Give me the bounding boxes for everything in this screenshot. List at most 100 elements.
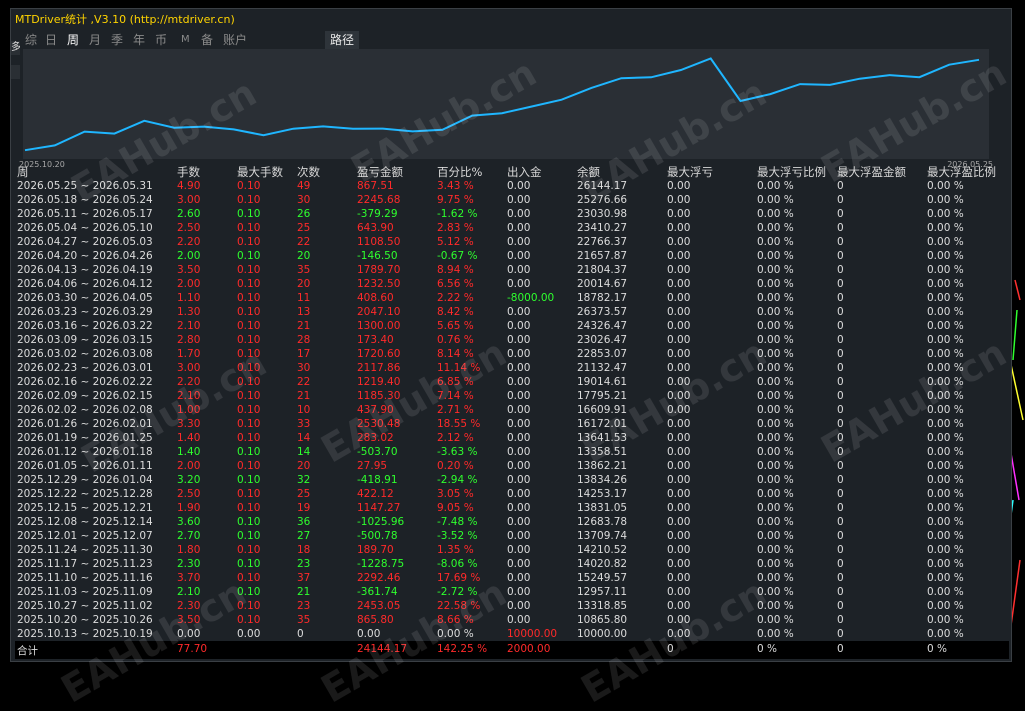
cell-max-float-profit-pct: 0.00 % <box>927 446 964 458</box>
cell-balance: 26144.17 <box>577 180 628 192</box>
cell-max-lots: 0.10 <box>237 250 261 262</box>
column-header-deposit: 出入金 <box>507 165 542 179</box>
cell-max-float-loss-pct: 0.00 % <box>757 600 794 612</box>
cell-trades: 0 <box>297 628 304 640</box>
cell-max-float-loss-pct: 0.00 % <box>757 488 794 500</box>
cell-max-float-profit: 0 <box>837 460 844 472</box>
cell-deposit: 0.00 <box>507 432 531 444</box>
cell-deposit: 0.00 <box>507 334 531 346</box>
tab-day[interactable]: 日 <box>45 31 57 49</box>
cell-lots: 2.80 <box>177 334 201 346</box>
cell-max-float-profit-pct: 0.00 % <box>927 558 964 570</box>
cell-balance: 13709.74 <box>577 530 628 542</box>
table-row: 2026.02.02 ~ 2026.02.08 1.00 0.10 10 437.90 2… <box>15 403 1009 417</box>
tab-week[interactable]: 周 <box>67 31 79 49</box>
cell-balance: 24326.47 <box>577 320 628 332</box>
cell-deposit: 0.00 <box>507 586 531 598</box>
cell-lots: 2.20 <box>177 376 201 388</box>
tab-m[interactable]: M <box>181 31 190 49</box>
cell-balance: 21804.37 <box>577 264 628 276</box>
tab-month[interactable]: 月 <box>89 31 101 49</box>
cell-profit: -500.78 <box>357 530 398 542</box>
tab-quarter[interactable]: 季 <box>111 31 123 49</box>
cell-max-float-profit-pct: 0.00 % <box>927 390 964 402</box>
cell-max-lots: 0.10 <box>237 614 261 626</box>
cell-max-float-loss-pct: 0.00 % <box>757 306 794 318</box>
title-bar: MTDriver统计 ,V3.10 (http://mtdriver.cn) <box>11 9 1011 27</box>
balance-line <box>24 57 980 152</box>
cell-max-lots: 0.10 <box>237 348 261 360</box>
cell-max-float-loss: 0.00 <box>667 418 691 430</box>
tab-notes[interactable]: 备 <box>201 31 213 49</box>
cell-max-float-profit: 0 <box>837 362 844 374</box>
cell-deposit: 0.00 <box>507 390 531 402</box>
cell-trades: 21 <box>297 390 311 402</box>
cell-percent: 8.94 % <box>437 264 474 276</box>
cell-deposit: -8000.00 <box>507 292 555 304</box>
left-collapse-tab[interactable]: 多 <box>11 41 20 55</box>
cell-trades: 10 <box>297 404 311 416</box>
cell-percent: 8.66 % <box>437 614 474 626</box>
column-header-max-float-loss-pct: 最大浮亏比例 <box>757 165 826 179</box>
table-row: 2025.12.29 ~ 2026.01.04 3.20 0.10 32 -418.91… <box>15 473 1009 487</box>
cell-percent: -3.63 % <box>437 446 478 458</box>
cell-percent: 9.75 % <box>437 194 474 206</box>
cell-deposit: 0.00 <box>507 446 531 458</box>
cell-profit: 1300.00 <box>357 320 401 332</box>
cell-lots: 1.70 <box>177 348 201 360</box>
cell-max-float-profit: 0 <box>837 208 844 220</box>
cell-max-float-profit: 0 <box>837 516 844 528</box>
cell-percent: 22.58 % <box>437 600 481 612</box>
cell-max-lots: 0.10 <box>237 390 261 402</box>
cell-max-lots: 0.10 <box>237 446 261 458</box>
total-lots: 77.70 <box>177 643 208 655</box>
total-row: 合计 77.70 24144.17 142.25 % 2000.00 0 0 %… <box>15 641 1009 659</box>
cell-period: 2026.04.06 ~ 2026.04.12 <box>17 278 153 290</box>
table-row: 2026.03.09 ~ 2026.03.15 2.80 0.10 28 173.40 0… <box>15 333 1009 347</box>
cell-balance: 10865.80 <box>577 614 628 626</box>
cell-lots: 2.00 <box>177 250 201 262</box>
cell-max-float-loss-pct: 0.00 % <box>757 404 794 416</box>
cell-deposit: 0.00 <box>507 250 531 262</box>
cell-max-lots: 0.10 <box>237 362 261 374</box>
tab-currency[interactable]: 币 <box>155 31 167 49</box>
cell-max-float-loss-pct: 0.00 % <box>757 264 794 276</box>
cell-max-float-profit-pct: 0.00 % <box>927 180 964 192</box>
cell-max-float-loss-pct: 0.00 % <box>757 474 794 486</box>
cell-max-float-loss: 0.00 <box>667 236 691 248</box>
table-row: 2025.10.27 ~ 2025.11.02 2.30 0.10 23 2453.05… <box>15 599 1009 613</box>
cell-period: 2025.10.27 ~ 2025.11.02 <box>17 600 153 612</box>
column-header-lots: 手数 <box>177 165 200 179</box>
cell-period: 2025.10.13 ~ 2025.10.19 <box>17 628 153 640</box>
cell-max-float-loss: 0.00 <box>667 306 691 318</box>
cell-max-float-loss: 0.00 <box>667 558 691 570</box>
cell-period: 2026.05.18 ~ 2026.05.24 <box>17 194 153 206</box>
cell-lots: 2.60 <box>177 208 201 220</box>
cell-max-float-profit-pct: 0.00 % <box>927 474 964 486</box>
cell-period: 2025.12.29 ~ 2026.01.04 <box>17 474 153 486</box>
tab-path[interactable]: 路径 <box>325 31 359 49</box>
cell-max-float-loss-pct: 0.00 % <box>757 446 794 458</box>
cell-max-float-profit-pct: 0.00 % <box>927 544 964 556</box>
cell-deposit: 10000.00 <box>507 628 558 640</box>
cell-max-float-profit-pct: 0.00 % <box>927 432 964 444</box>
cell-period: 2026.05.04 ~ 2026.05.10 <box>17 222 153 234</box>
cell-max-float-profit: 0 <box>837 502 844 514</box>
column-header-profit: 盈亏金额 <box>357 165 403 179</box>
table-row: 2026.05.04 ~ 2026.05.10 2.50 0.10 25 643.90 2… <box>15 221 1009 235</box>
table-row: 2025.12.22 ~ 2025.12.28 2.50 0.10 25 422.12 3… <box>15 487 1009 501</box>
cell-trades: 30 <box>297 362 311 374</box>
cell-max-float-profit: 0 <box>837 628 844 640</box>
table-row: 2026.03.30 ~ 2026.04.05 1.10 0.10 11 408.60 2… <box>15 291 1009 305</box>
tab-year[interactable]: 年 <box>133 31 145 49</box>
cell-max-float-loss: 0.00 <box>667 544 691 556</box>
left-tool-button[interactable] <box>11 65 20 79</box>
cell-balance: 13831.05 <box>577 502 628 514</box>
tab-account[interactable]: 账户 <box>223 31 247 49</box>
cell-max-float-loss: 0.00 <box>667 194 691 206</box>
cell-max-float-loss-pct: 0.00 % <box>757 544 794 556</box>
cell-lots: 3.50 <box>177 264 201 276</box>
tab-overview[interactable]: 综 <box>25 31 37 49</box>
cell-max-float-profit: 0 <box>837 432 844 444</box>
column-header-max-lots: 最大手数 <box>237 165 283 179</box>
